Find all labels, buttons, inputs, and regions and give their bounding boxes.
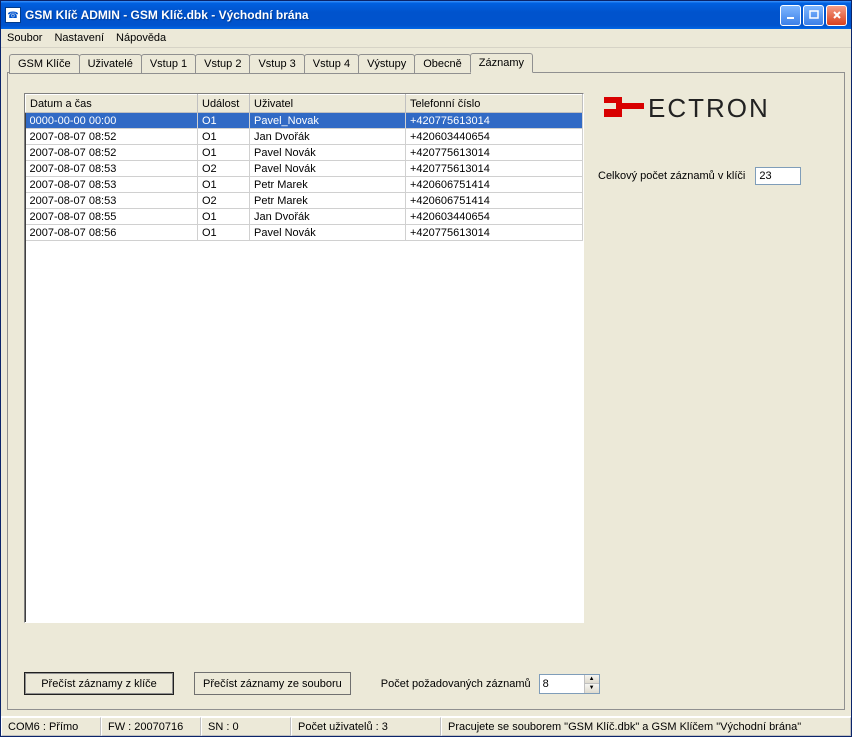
total-records-field[interactable]	[755, 167, 801, 185]
cell-datetime: 2007-08-07 08:56	[26, 225, 198, 241]
window-title: GSM Klíč ADMIN - GSM Klíč.dbk - Východní…	[25, 8, 780, 22]
total-records-label: Celkový počet záznamů v klíči	[598, 170, 745, 182]
cell-datetime: 2007-08-07 08:53	[26, 177, 198, 193]
cell-event: O1	[198, 129, 250, 145]
cell-user: Petr Marek	[250, 177, 406, 193]
table-row[interactable]: 2007-08-07 08:53O2Pavel Novák+4207756130…	[26, 161, 583, 177]
col-header-user[interactable]: Uživatel	[250, 95, 406, 113]
requested-records-label: Počet požadovaných záznamů	[381, 678, 531, 690]
cell-datetime: 2007-08-07 08:55	[26, 209, 198, 225]
cell-phone: +420775613014	[406, 145, 583, 161]
status-port: COM6 : Přímo	[1, 717, 101, 736]
requested-records-input[interactable]	[540, 675, 584, 693]
tab-strip: GSM KlíčeUživateléVstup 1Vstup 2Vstup 3V…	[7, 52, 845, 73]
cell-phone: +420775613014	[406, 225, 583, 241]
tab-záznamy[interactable]: Záznamy	[470, 53, 533, 73]
cell-event: O2	[198, 161, 250, 177]
col-header-datetime[interactable]: Datum a čas	[26, 95, 198, 113]
status-users: Počet uživatelů : 3	[291, 717, 441, 736]
cell-event: O1	[198, 145, 250, 161]
cell-event: O1	[198, 177, 250, 193]
tab-vstup-4[interactable]: Vstup 4	[304, 54, 359, 74]
table-row[interactable]: 2007-08-07 08:55O1Jan Dvořák+42060344065…	[26, 209, 583, 225]
cell-datetime: 2007-08-07 08:53	[26, 161, 198, 177]
table-row[interactable]: 2007-08-07 08:53O2Petr Marek+42060675141…	[26, 193, 583, 209]
tab-vstup-3[interactable]: Vstup 3	[249, 54, 304, 74]
cell-event: O1	[198, 113, 250, 129]
maximize-button[interactable]	[803, 5, 824, 26]
status-sn: SN : 0	[201, 717, 291, 736]
cell-datetime: 2007-08-07 08:52	[26, 129, 198, 145]
cell-event: O1	[198, 209, 250, 225]
tab-vstup-2[interactable]: Vstup 2	[195, 54, 250, 74]
app-window: ☎ GSM Klíč ADMIN - GSM Klíč.dbk - Východ…	[0, 0, 852, 737]
app-icon: ☎	[5, 7, 21, 23]
cell-event: O2	[198, 193, 250, 209]
tab-uživatelé[interactable]: Uživatelé	[79, 54, 142, 74]
cell-user: Pavel Novák	[250, 161, 406, 177]
read-from-key-button[interactable]: Přečíst záznamy z klíče	[24, 672, 174, 695]
cell-phone: +420603440654	[406, 129, 583, 145]
cell-phone: +420606751414	[406, 193, 583, 209]
cell-phone: +420606751414	[406, 177, 583, 193]
cell-user: Pavel_Novak	[250, 113, 406, 129]
sectron-logo: ECTRON	[598, 91, 828, 123]
menu-file[interactable]: Soubor	[7, 32, 42, 44]
cell-datetime: 2007-08-07 08:53	[26, 193, 198, 209]
cell-event: O1	[198, 225, 250, 241]
content-area: GSM KlíčeUživateléVstup 1Vstup 2Vstup 3V…	[1, 48, 851, 716]
spin-up-button[interactable]: ▲	[585, 675, 599, 685]
cell-phone: +420775613014	[406, 113, 583, 129]
table-row[interactable]: 0000-00-00 00:00O1Pavel_Novak+4207756130…	[26, 113, 583, 129]
tab-gsm-klíče[interactable]: GSM Klíče	[9, 54, 80, 74]
table-row[interactable]: 2007-08-07 08:56O1Pavel Novák+4207756130…	[26, 225, 583, 241]
cell-user: Pavel Novák	[250, 225, 406, 241]
cell-user: Pavel Novák	[250, 145, 406, 161]
tab-výstupy[interactable]: Výstupy	[358, 54, 415, 74]
menu-help[interactable]: Nápověda	[116, 32, 166, 44]
tab-panel-records: Datum a čas Událost Uživatel Telefonní č…	[7, 72, 845, 710]
col-header-event[interactable]: Událost	[198, 95, 250, 113]
menubar: Soubor Nastavení Nápověda	[1, 29, 851, 48]
svg-text:ECTRON: ECTRON	[648, 93, 770, 123]
tab-vstup-1[interactable]: Vstup 1	[141, 54, 196, 74]
cell-datetime: 2007-08-07 08:52	[26, 145, 198, 161]
status-message: Pracujete se souborem "GSM Klíč.dbk" a G…	[441, 717, 851, 736]
tab-obecně[interactable]: Obecně	[414, 54, 471, 74]
titlebar: ☎ GSM Klíč ADMIN - GSM Klíč.dbk - Východ…	[1, 1, 851, 29]
table-row[interactable]: 2007-08-07 08:53O1Petr Marek+42060675141…	[26, 177, 583, 193]
close-button[interactable]	[826, 5, 847, 26]
cell-user: Jan Dvořák	[250, 129, 406, 145]
records-table-container: Datum a čas Událost Uživatel Telefonní č…	[24, 93, 584, 623]
cell-user: Jan Dvořák	[250, 209, 406, 225]
requested-records-spinner[interactable]: ▲ ▼	[539, 674, 600, 694]
table-row[interactable]: 2007-08-07 08:52O1Pavel Novák+4207756130…	[26, 145, 583, 161]
table-row[interactable]: 2007-08-07 08:52O1Jan Dvořák+42060344065…	[26, 129, 583, 145]
cell-user: Petr Marek	[250, 193, 406, 209]
read-from-file-button[interactable]: Přečíst záznamy ze souboru	[194, 672, 351, 695]
statusbar: COM6 : Přímo FW : 20070716 SN : 0 Počet …	[1, 716, 851, 736]
cell-phone: +420775613014	[406, 161, 583, 177]
status-fw: FW : 20070716	[101, 717, 201, 736]
spin-down-button[interactable]: ▼	[585, 684, 599, 693]
col-header-phone[interactable]: Telefonní číslo	[406, 95, 583, 113]
menu-settings[interactable]: Nastavení	[54, 32, 104, 44]
side-panel: ECTRON Celkový počet záznamů v klíči	[598, 93, 828, 658]
records-table[interactable]: Datum a čas Událost Uživatel Telefonní č…	[25, 94, 583, 241]
minimize-button[interactable]	[780, 5, 801, 26]
cell-phone: +420603440654	[406, 209, 583, 225]
bottom-toolbar: Přečíst záznamy z klíče Přečíst záznamy …	[24, 658, 828, 695]
cell-datetime: 0000-00-00 00:00	[26, 113, 198, 129]
